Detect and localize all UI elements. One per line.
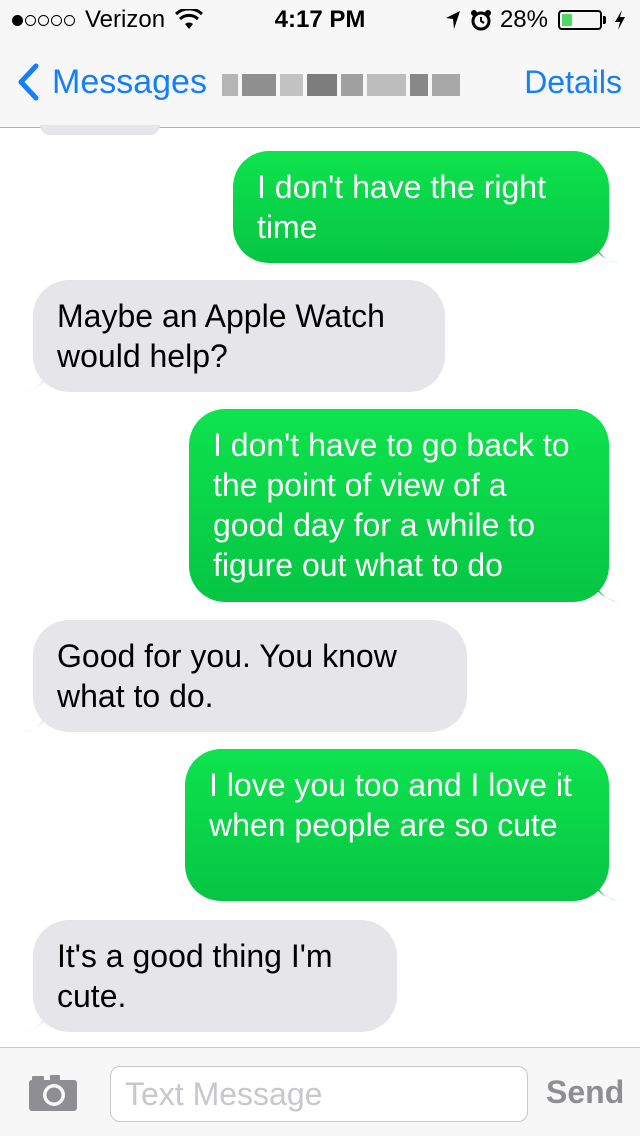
redacted-block (410, 74, 429, 96)
redacted-block (366, 74, 407, 96)
bubble-tail (595, 877, 619, 901)
message-bubble-incoming[interactable]: Maybe an Apple Watch would help? (23, 280, 445, 392)
battery-shell (558, 10, 602, 30)
navigation-bar: Messages Details (0, 40, 640, 128)
chevron-left-icon (18, 63, 39, 101)
back-button-label: Messages (52, 62, 207, 101)
details-button[interactable]: Details (524, 64, 622, 101)
bubble-tail (23, 708, 47, 732)
message-text: I love you too and I love it when people… (209, 767, 572, 843)
status-bar: Verizon 4:17 PM 28% (0, 0, 640, 40)
charging-bolt-icon (615, 10, 625, 30)
composer-bar: Text Message Send (0, 1047, 640, 1136)
back-button[interactable]: Messages (16, 62, 207, 102)
message-text: Good for you. You know what to do. (57, 638, 397, 714)
message-thread[interactable]: I don't have the right time Maybe an App… (0, 125, 640, 1047)
bubble-tail (23, 368, 47, 392)
redacted-block (341, 74, 363, 96)
message-input-placeholder: Text Message (125, 1076, 323, 1112)
redacted-block (432, 74, 460, 96)
message-bubble-outgoing[interactable]: I love you too and I love it when people… (185, 749, 619, 901)
message-bubble-outgoing[interactable]: I don't have the right time (233, 151, 619, 263)
status-right: 28% (436, 6, 626, 34)
battery-percent: 28% (499, 6, 548, 33)
bubble-tail (595, 578, 619, 602)
message-text: It's a good thing I'm cute. (57, 938, 333, 1014)
top-bar: Verizon 4:17 PM 28% Messages Details (0, 0, 640, 128)
alarm-icon (470, 10, 491, 31)
previous-bubble-edge (40, 125, 160, 135)
message-text: I don't have to go back to the point of … (213, 427, 570, 583)
redacted-block (241, 74, 276, 96)
location-icon (445, 11, 460, 29)
battery-level (562, 14, 573, 26)
message-bubble-outgoing[interactable]: I don't have to go back to the point of … (189, 409, 619, 602)
message-text: Maybe an Apple Watch would help? (57, 298, 385, 374)
bubble-tail (23, 1008, 47, 1032)
redacted-block (222, 74, 238, 96)
contact-name-redacted[interactable] (222, 74, 460, 96)
redacted-block (279, 74, 304, 96)
redacted-block (307, 74, 338, 96)
bubble-tail (595, 239, 619, 263)
message-text: I don't have the right time (257, 169, 546, 245)
battery-icon (558, 10, 606, 30)
message-input[interactable]: Text Message (110, 1066, 528, 1122)
camera-icon[interactable] (28, 1074, 78, 1112)
message-bubble-incoming[interactable]: Good for you. You know what to do. (23, 620, 467, 732)
battery-nub (603, 16, 606, 24)
send-button[interactable]: Send (546, 1074, 624, 1111)
message-bubble-incoming[interactable]: It's a good thing I'm cute. (23, 920, 397, 1032)
